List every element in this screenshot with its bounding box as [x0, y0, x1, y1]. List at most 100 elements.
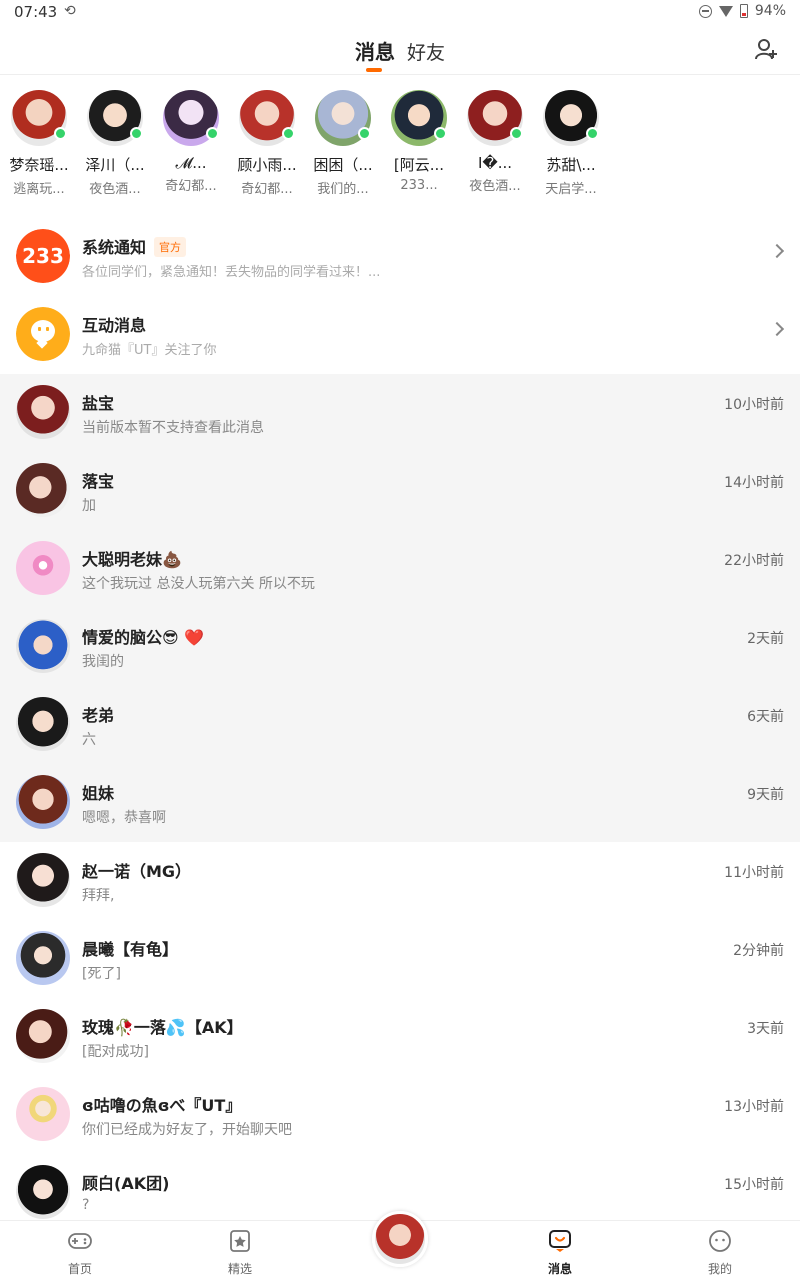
add-friend-icon[interactable]: [754, 37, 778, 61]
avatar: [16, 931, 70, 985]
message-time: 2天前: [747, 631, 784, 647]
message-title: 落宝: [82, 472, 115, 491]
avatar: [16, 775, 70, 829]
avatar: [163, 90, 219, 146]
message-preview: 你们已经成为好友了，开始聊天吧: [82, 1122, 292, 1138]
conversation-row[interactable]: 老弟 六 6天前: [0, 686, 800, 764]
online-friend[interactable]: I�... 夜色酒...: [457, 90, 533, 194]
message-preview: ?: [82, 1197, 90, 1213]
status-time: 07:43: [14, 3, 58, 21]
avatar: [11, 90, 67, 146]
message-preview: 九命猫『UT』关注了你: [82, 343, 217, 358]
avatar: [16, 697, 70, 751]
message-title: 互动消息: [82, 316, 147, 335]
nav-messages[interactable]: 消息: [520, 1229, 600, 1277]
bottom-nav: 首页 精选 消息 我的: [0, 1211, 800, 1280]
conversation-row[interactable]: 赵一诺（MG） 拜拜, 11小时前: [0, 842, 800, 920]
avatar: [239, 90, 295, 146]
avatar: [16, 385, 70, 439]
online-status-dot: [434, 127, 447, 140]
message-title: 晨曦【有龟】: [82, 940, 179, 959]
online-friend[interactable]: 苏甜\... 天启学...: [533, 90, 609, 197]
message-preview: 这个我玩过 总没人玩第六关 所以不玩: [82, 576, 315, 592]
online-friend[interactable]: 泽川（... 夜色酒...: [77, 90, 153, 197]
message-time: 9天前: [747, 787, 784, 803]
nav-featured[interactable]: 精选: [200, 1229, 280, 1277]
battery-level: 94%: [754, 3, 786, 19]
message-time: 11小时前: [724, 865, 784, 881]
nav-home-label: 首页: [67, 1262, 92, 1276]
conversation-row[interactable]: 情爱的脑公😎 ❤️ 我闺的 2天前: [0, 608, 800, 686]
status-bar: 07:43 ⟲ 94%: [0, 0, 800, 26]
avatar: [543, 90, 599, 146]
battery-icon: [739, 4, 748, 18]
nav-mine[interactable]: 我的: [680, 1229, 760, 1277]
online-status-dot: [130, 127, 143, 140]
message-preview: 拜拜,: [82, 888, 115, 904]
message-preview: 加: [82, 498, 96, 514]
online-status-dot: [282, 127, 295, 140]
friend-name: 泽川（...: [85, 156, 145, 174]
message-time: 6天前: [747, 709, 784, 725]
conversation-row[interactable]: 盐宝 当前版本暂不支持查看此消息 10小时前: [0, 374, 800, 452]
online-status-dot: [358, 127, 371, 140]
tab-messages[interactable]: 消息: [355, 36, 395, 65]
message-time: 3天前: [747, 1021, 784, 1037]
official-badge: 官方: [154, 237, 187, 257]
avatar: [16, 619, 70, 673]
friend-game: 夜色酒...: [89, 182, 141, 197]
nav-center-avatar[interactable]: [372, 1211, 428, 1267]
star-box-icon: [230, 1230, 250, 1252]
friend-game: 233...: [400, 178, 438, 193]
online-status-dot: [586, 127, 599, 140]
avatar: [391, 90, 447, 146]
online-friend[interactable]: 𝓜... 奇幻都...: [153, 90, 229, 194]
nav-featured-label: 精选: [227, 1262, 252, 1276]
message-time: 14小时前: [724, 475, 784, 491]
message-time: 15小时前: [724, 1177, 784, 1193]
tab-friends[interactable]: 好友: [407, 38, 445, 65]
friend-name: 顾小雨...: [237, 156, 297, 174]
message-title: 盐宝: [82, 394, 115, 413]
conversation-row[interactable]: ɞ咕噜の魚ɞべ『UT』 你们已经成为好友了，开始聊天吧 13小时前: [0, 1076, 800, 1154]
friend-game: 天启学...: [545, 182, 597, 197]
status-icons: 94%: [698, 3, 786, 19]
message-time: 2分钟前: [733, 943, 784, 959]
friend-game: 奇幻都...: [165, 179, 217, 194]
system-notice-icon: 233: [16, 229, 70, 283]
interaction-row[interactable]: 互动消息 九命猫『UT』关注了你: [0, 296, 800, 374]
avatar: [16, 1087, 70, 1141]
conversation-row[interactable]: 玫瑰🥀一落💦【AK】 [配对成功] 3天前: [0, 998, 800, 1076]
message-title: 姐妹: [82, 784, 115, 803]
conversation-row[interactable]: 姐妹 嗯嗯，恭喜啊 9天前: [0, 764, 800, 842]
message-preview: 当前版本暂不支持查看此消息: [82, 420, 264, 436]
message-title: ɞ咕噜の魚ɞべ『UT』: [82, 1096, 242, 1115]
online-friend[interactable]: 顾小雨... 奇幻都...: [229, 90, 305, 197]
sync-icon: ⟲: [64, 3, 76, 19]
friend-name: 苏甜\...: [546, 156, 596, 174]
friend-name: I�...: [477, 154, 513, 172]
online-friend[interactable]: [阿云... 233...: [381, 90, 457, 193]
online-status-dot: [510, 127, 523, 140]
message-bubble-icon: [549, 1230, 571, 1252]
system-notice-row[interactable]: 233 系统通知 官方 各位同学们，紧急通知！丢失物品的同学看过来！...: [0, 218, 800, 296]
avatar: [467, 90, 523, 146]
chevron-right-icon: [769, 243, 785, 259]
message-title: 玫瑰🥀一落💦【AK】: [82, 1018, 243, 1037]
message-preview: [配对成功]: [82, 1044, 149, 1060]
smiley-face-icon: [709, 1230, 731, 1252]
message-title: 赵一诺（MG）: [82, 862, 192, 881]
chevron-right-icon: [769, 321, 785, 337]
message-title: 系统通知 官方: [82, 234, 187, 258]
conversation-row[interactable]: 大聪明老妹💩 这个我玩过 总没人玩第六关 所以不玩 22小时前: [0, 530, 800, 608]
conversation-row[interactable]: 落宝 加 14小时前: [0, 452, 800, 530]
do-not-disturb-icon: [698, 4, 712, 18]
online-friend[interactable]: 梦奈瑶... 逃离玩...: [1, 90, 77, 197]
friend-game: 夜色酒...: [469, 179, 521, 194]
friend-game: 奇幻都...: [241, 182, 293, 197]
nav-home[interactable]: 首页: [40, 1229, 120, 1277]
online-friend[interactable]: 困困（... 我们的...: [305, 90, 381, 197]
message-preview: 我闺的: [82, 654, 124, 670]
conversation-row[interactable]: 晨曦【有龟】 [死了] 2分钟前: [0, 920, 800, 998]
gamepad-icon: [68, 1233, 92, 1249]
